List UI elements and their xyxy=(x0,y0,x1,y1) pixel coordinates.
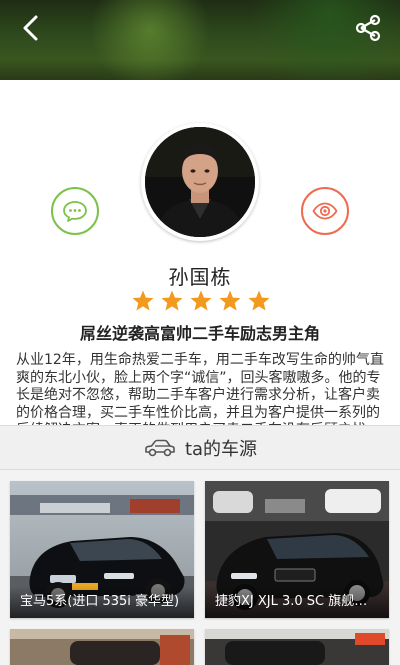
car-listings-header: ta的车源 xyxy=(0,425,400,470)
profile-card: 孙国栋 屌丝逆袭高富帅二手车励志男主角 从业12年，用生命热爱二手车，用二手车改… xyxy=(0,80,400,438)
chat-bubble-icon xyxy=(63,201,87,222)
profile-tagline: 屌丝逆袭高富帅二手车励志男主角 xyxy=(79,324,320,343)
avatar xyxy=(141,123,259,241)
back-button[interactable] xyxy=(14,12,46,44)
eye-icon xyxy=(312,202,338,220)
car-photo xyxy=(205,629,389,665)
avatar-image xyxy=(145,127,255,237)
chat-button[interactable] xyxy=(51,187,99,235)
car-card-bmw[interactable]: 宝马5系(进口 535i 豪华型) xyxy=(10,481,194,618)
view-button[interactable] xyxy=(301,187,349,235)
star-icon xyxy=(190,290,212,311)
back-arrow-icon xyxy=(23,15,38,41)
section-title: ta的车源 xyxy=(184,438,258,460)
rating-stars xyxy=(131,289,271,315)
car-title: 捷豹XJ XJL 3.0 SC 旗舰商务版 xyxy=(205,586,389,618)
car-icon xyxy=(145,439,175,456)
star-icon xyxy=(161,290,183,311)
car-title: 宝马5系(进口 535i 豪华型) xyxy=(10,586,194,618)
share-button[interactable] xyxy=(352,12,384,44)
profile-name: 孙国栋 xyxy=(168,265,232,289)
car-card-jaguar[interactable]: 捷豹XJ XJL 3.0 SC 旗舰商务版 xyxy=(205,481,389,618)
star-icon xyxy=(132,290,154,311)
car-card[interactable] xyxy=(10,629,194,665)
header-background xyxy=(0,0,400,80)
car-listings: 宝马5系(进口 535i 豪华型) 捷豹XJ XJL 3.0 SC 旗舰商务版 xyxy=(0,470,400,665)
star-icon xyxy=(248,290,270,311)
share-icon xyxy=(355,14,381,42)
car-photo xyxy=(10,629,194,665)
car-card[interactable] xyxy=(205,629,389,665)
star-icon xyxy=(219,290,241,311)
